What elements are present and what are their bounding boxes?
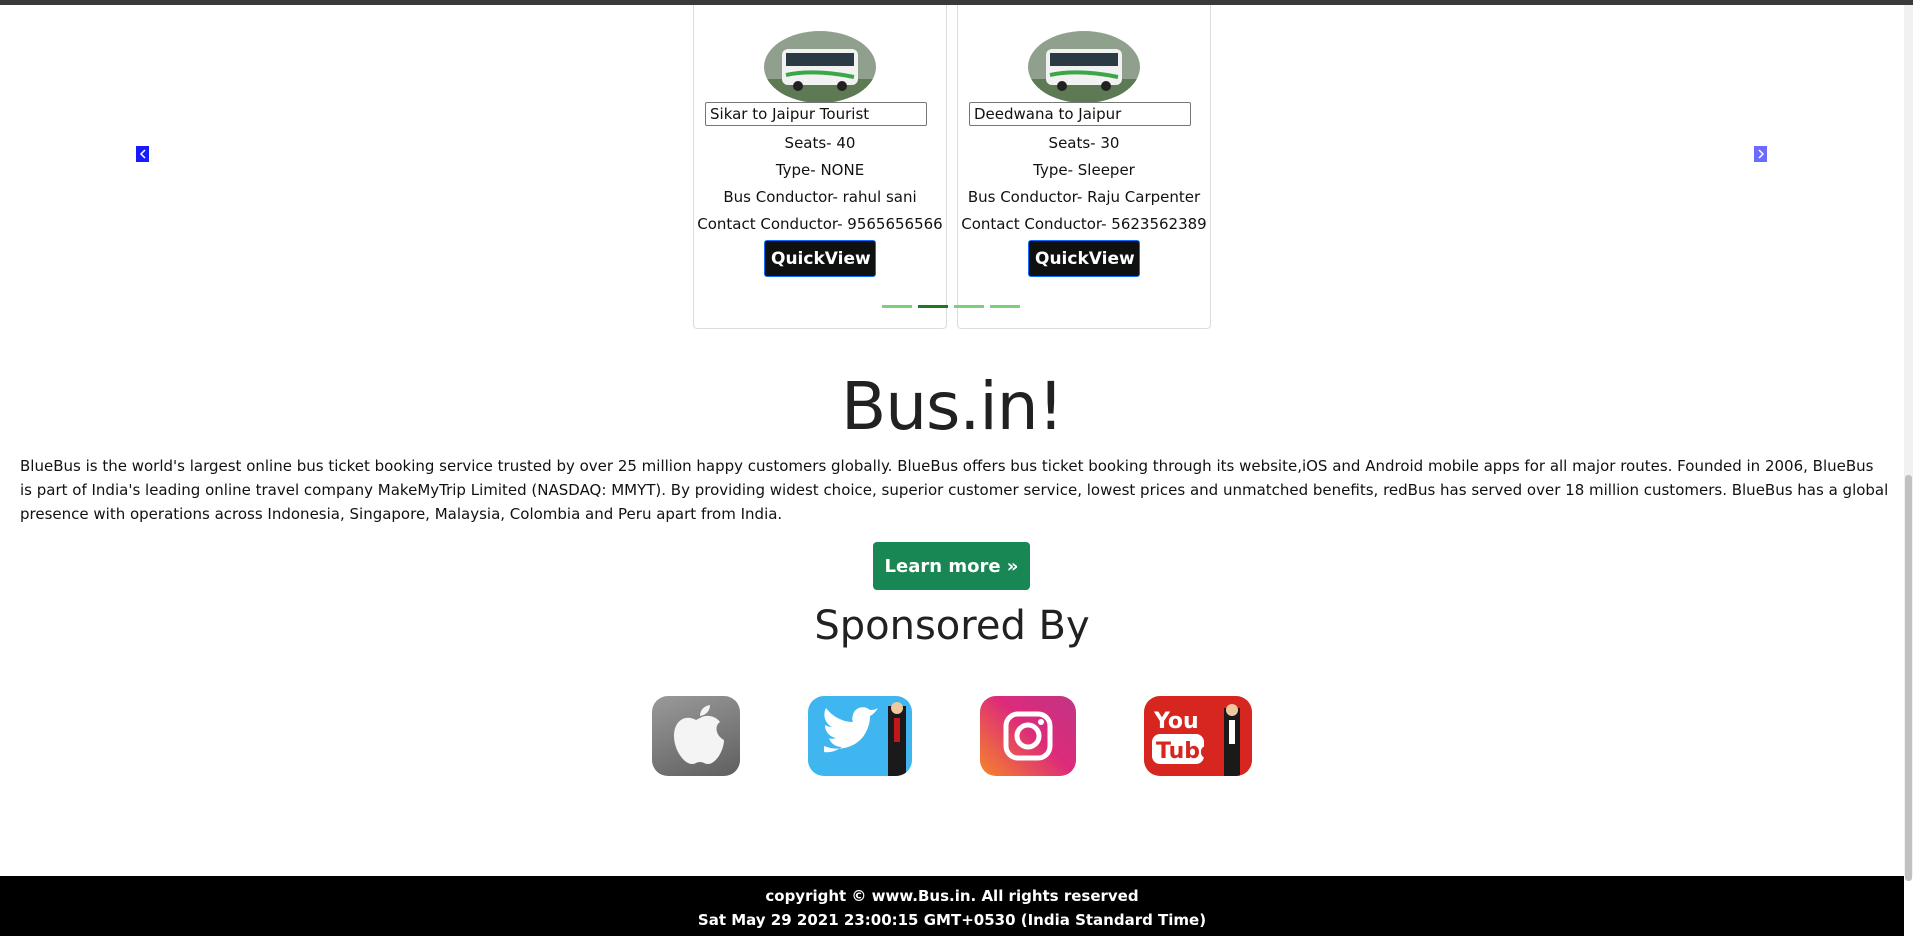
route-field[interactable] xyxy=(705,102,927,126)
footer-datetime: Sat May 29 2021 23:00:15 GMT+0530 (India… xyxy=(697,911,1207,929)
svg-text:Tube: Tube xyxy=(1156,739,1215,764)
bus-card: Seats- 40 Type- NONE Bus Conductor- rahu… xyxy=(693,5,947,329)
conductor-text: Bus Conductor- Raju Carpenter xyxy=(967,188,1201,206)
bus-image xyxy=(1028,31,1140,103)
about-paragraph: BlueBus is the world's largest online bu… xyxy=(20,457,1889,523)
bus-type-text: Type- NONE xyxy=(775,161,865,179)
quickview-button[interactable]: QuickView xyxy=(1028,240,1140,277)
carousel-indicator-4[interactable] xyxy=(990,305,1020,308)
youtube-logo[interactable]: You Tube xyxy=(1144,696,1252,776)
seats-text: Seats- 30 xyxy=(1048,134,1120,152)
chevron-right-icon xyxy=(1757,149,1764,159)
contact-text: Contact Conductor- 5623562389 xyxy=(961,215,1207,233)
carousel-indicator-3[interactable] xyxy=(954,305,984,308)
carousel-indicator-2[interactable] xyxy=(918,305,948,308)
seats-text: Seats- 40 xyxy=(784,134,856,152)
carousel-indicator-1[interactable] xyxy=(882,305,912,308)
carousel-prev-button[interactable] xyxy=(136,146,149,162)
scrollbar[interactable] xyxy=(1904,5,1913,881)
brand-title: Bus.in! xyxy=(840,368,1064,445)
twitter-logo[interactable] xyxy=(808,696,912,776)
bus-type-text: Type- Sleeper xyxy=(1033,161,1135,179)
contact-text: Contact Conductor- 9565656566 xyxy=(697,215,943,233)
chevron-left-icon xyxy=(139,149,146,159)
scrollbar-thumb[interactable] xyxy=(1905,475,1912,881)
sponsored-heading: Sponsored By xyxy=(814,603,1090,649)
instagram-logo[interactable] xyxy=(980,696,1076,776)
footer: copyright © www.Bus.in. All rights reser… xyxy=(0,876,1904,936)
carousel-next-button[interactable] xyxy=(1754,146,1767,162)
apple-logo[interactable] xyxy=(652,696,740,776)
svg-text:You: You xyxy=(1153,709,1199,734)
copyright-text: copyright © www.Bus.in. All rights reser… xyxy=(765,887,1139,905)
carousel-indicators xyxy=(882,305,1020,308)
bus-image xyxy=(764,31,876,103)
bus-card: Seats- 30 Type- Sleeper Bus Conductor- R… xyxy=(957,5,1211,329)
route-field[interactable] xyxy=(969,102,1191,126)
quickview-button[interactable]: QuickView xyxy=(764,240,876,277)
learn-more-button[interactable]: Learn more » xyxy=(873,542,1030,590)
conductor-text: Bus Conductor- rahul sani xyxy=(723,188,917,206)
